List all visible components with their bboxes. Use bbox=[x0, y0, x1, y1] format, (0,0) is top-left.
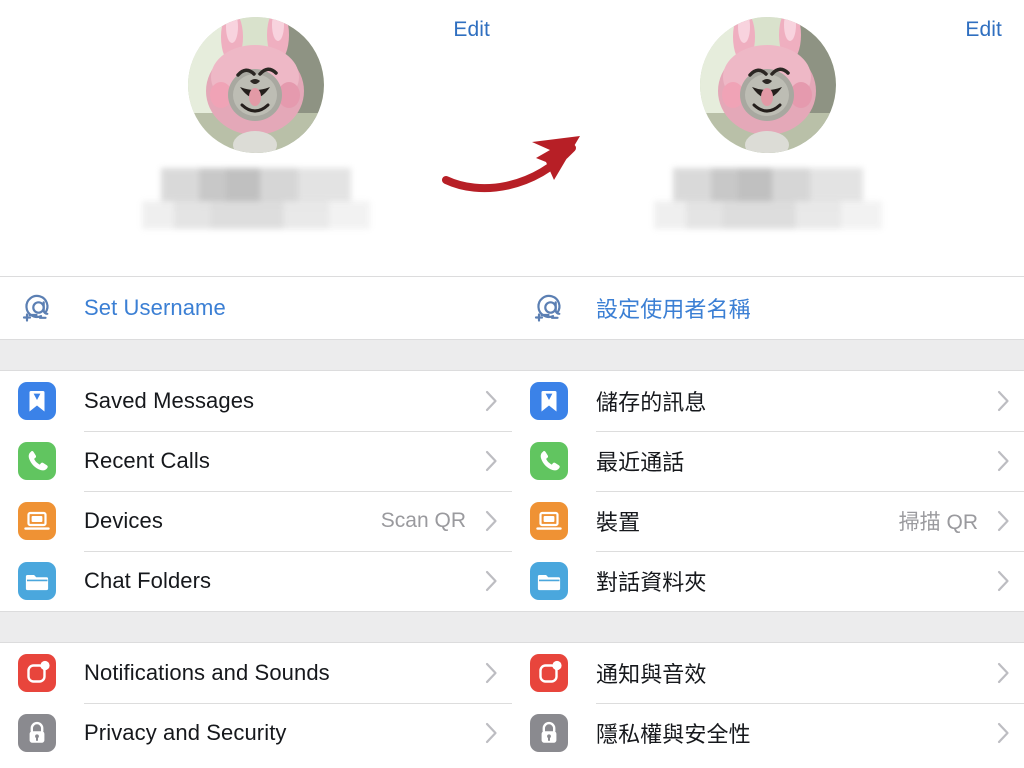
row-label: 通知與音效 bbox=[596, 662, 707, 687]
row-label: Notifications and Sounds bbox=[84, 660, 330, 685]
edit-button[interactable]: Edit bbox=[965, 18, 1002, 42]
row-label: Chat Folders bbox=[84, 568, 212, 593]
chevron-right-icon bbox=[990, 722, 1024, 744]
edit-button[interactable]: Edit bbox=[453, 18, 490, 42]
row-label: Recent Calls bbox=[84, 448, 210, 473]
chevron-right-icon bbox=[478, 570, 512, 592]
row-label: 對話資料夾 bbox=[596, 570, 707, 595]
row-recent-calls[interactable]: 最近通話 bbox=[512, 431, 1024, 491]
row-privacy-and-security[interactable]: Privacy and Security bbox=[0, 703, 512, 763]
chevron-right-icon bbox=[990, 390, 1024, 412]
row-chat-folders[interactable]: Chat Folders bbox=[0, 551, 512, 611]
screenshot-root: Edit Set Username Saved Messages Recent … bbox=[0, 0, 1024, 768]
chevron-right-icon bbox=[478, 510, 512, 532]
panel-english: Edit Set Username Saved Messages Recent … bbox=[0, 0, 512, 768]
settings-section-1: Saved Messages Recent Calls Devices Scan… bbox=[0, 371, 512, 611]
profile-subtitle-redacted bbox=[654, 201, 882, 229]
chevron-right-icon bbox=[478, 722, 512, 744]
chevron-right-icon bbox=[478, 450, 512, 472]
row-label: 儲存的訊息 bbox=[596, 390, 707, 415]
comparison-panels: Edit Set Username Saved Messages Recent … bbox=[0, 0, 1024, 768]
row-value-scan-qr: Scan QR bbox=[380, 509, 466, 532]
notification-bell-icon bbox=[18, 654, 56, 692]
profile-header: Edit bbox=[0, 0, 512, 276]
chevron-right-icon bbox=[990, 510, 1024, 532]
chevron-right-icon bbox=[990, 450, 1024, 472]
chevron-right-icon bbox=[478, 390, 512, 412]
row-label: Devices bbox=[84, 508, 163, 533]
chevron-right-icon bbox=[990, 662, 1024, 684]
profile-subtitle-redacted bbox=[142, 201, 370, 229]
row-label: Privacy and Security bbox=[84, 720, 287, 745]
row-devices[interactable]: 裝置 掃描 QR bbox=[512, 491, 1024, 551]
profile-avatar[interactable] bbox=[700, 17, 836, 153]
profile-header: Edit bbox=[512, 0, 1024, 276]
at-plus-icon bbox=[22, 294, 49, 322]
row-label: 裝置 bbox=[596, 510, 641, 535]
row-value-scan-qr: 掃描 QR bbox=[898, 511, 978, 534]
row-label: Saved Messages bbox=[84, 388, 255, 413]
row-saved-messages[interactable]: 儲存的訊息 bbox=[512, 371, 1024, 431]
row-label: 最近通話 bbox=[596, 450, 685, 475]
set-username-row[interactable]: Set Username bbox=[0, 277, 512, 339]
settings-section-2: Notifications and Sounds Privacy and Sec… bbox=[0, 643, 512, 763]
laptop-icon bbox=[18, 502, 56, 540]
settings-section-1: 儲存的訊息 最近通話 裝置 掃描 QR 對話資料夾 bbox=[512, 371, 1024, 611]
phone-icon bbox=[530, 442, 568, 480]
row-devices[interactable]: Devices Scan QR bbox=[0, 491, 512, 551]
phone-icon bbox=[18, 442, 56, 480]
row-notifications-and-sounds[interactable]: Notifications and Sounds bbox=[0, 643, 512, 703]
row-privacy-and-security[interactable]: 隱私權與安全性 bbox=[512, 703, 1024, 763]
panel-traditional-chinese: Edit 設定使用者名稱 儲存的訊息 最近通話 裝置 掃描 QR 對話資料夾 通… bbox=[512, 0, 1024, 768]
section-separator bbox=[512, 339, 1024, 371]
section-separator bbox=[512, 611, 1024, 643]
chevron-right-icon bbox=[478, 662, 512, 684]
row-recent-calls[interactable]: Recent Calls bbox=[0, 431, 512, 491]
lock-icon bbox=[530, 714, 568, 752]
bookmark-icon bbox=[530, 382, 568, 420]
profile-avatar[interactable] bbox=[188, 17, 324, 153]
row-saved-messages[interactable]: Saved Messages bbox=[0, 371, 512, 431]
at-plus-icon bbox=[534, 294, 561, 322]
set-username-label: Set Username bbox=[84, 295, 226, 320]
avatar-image bbox=[700, 17, 836, 153]
folder-icon bbox=[530, 562, 568, 600]
lock-icon bbox=[18, 714, 56, 752]
set-username-label: 設定使用者名稱 bbox=[596, 297, 751, 322]
avatar-image bbox=[188, 17, 324, 153]
row-label: 隱私權與安全性 bbox=[596, 722, 751, 747]
row-chat-folders[interactable]: 對話資料夾 bbox=[512, 551, 1024, 611]
set-username-row[interactable]: 設定使用者名稱 bbox=[512, 277, 1024, 339]
row-notifications-and-sounds[interactable]: 通知與音效 bbox=[512, 643, 1024, 703]
folder-icon bbox=[18, 562, 56, 600]
settings-section-2: 通知與音效 隱私權與安全性 bbox=[512, 643, 1024, 763]
bookmark-icon bbox=[18, 382, 56, 420]
chevron-right-icon bbox=[990, 570, 1024, 592]
notification-bell-icon bbox=[530, 654, 568, 692]
section-separator bbox=[0, 339, 512, 371]
laptop-icon bbox=[530, 502, 568, 540]
section-separator bbox=[0, 611, 512, 643]
